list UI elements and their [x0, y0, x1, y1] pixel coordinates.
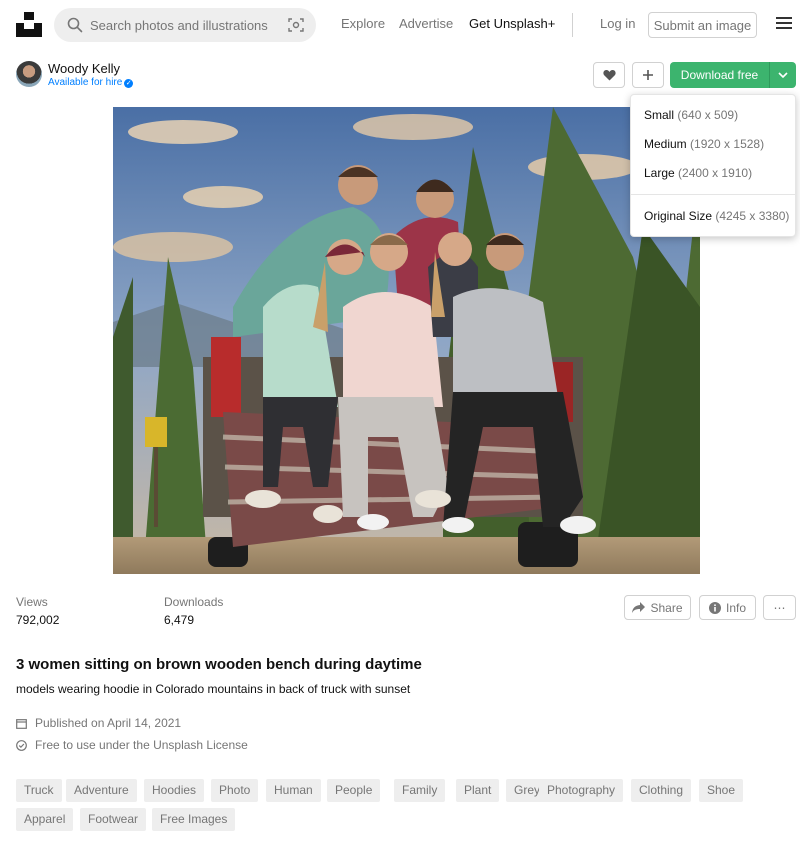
hire-label: Available for hire — [48, 77, 123, 88]
info-icon — [708, 601, 721, 614]
add-to-collection-button[interactable] — [632, 62, 664, 88]
available-for-hire[interactable]: Available for hire ✓ — [48, 77, 134, 88]
option-dims: (1920 x 1528) — [690, 137, 765, 151]
tag-footwear[interactable]: Footwear — [80, 808, 147, 831]
like-button[interactable] — [593, 62, 625, 88]
photo-title: 3 women sitting on brown wooden bench du… — [16, 656, 422, 673]
tag-truck[interactable]: Truck — [16, 779, 62, 802]
license-info: Free to use under the Unsplash License — [16, 738, 248, 752]
nav-advertise[interactable]: Advertise — [399, 16, 453, 31]
more-actions-button[interactable]: ⋯ — [763, 595, 796, 620]
license-link[interactable]: Free to use under the Unsplash License — [35, 738, 248, 752]
top-navigation: Explore Advertise Get Unsplash+ Log in S… — [0, 0, 800, 50]
download-size-menu: Small (640 x 509) Medium (1920 x 1528) L… — [630, 94, 796, 237]
tag-free-images[interactable]: Free Images — [152, 808, 236, 831]
tag-photography[interactable]: Photography — [539, 779, 624, 802]
download-option-large[interactable]: Large (2400 x 1910) — [644, 166, 752, 180]
more-icon: ⋯ — [773, 600, 786, 615]
share-button[interactable]: Share — [624, 595, 691, 620]
chevron-down-icon — [778, 71, 788, 78]
option-dims: (4245 x 3380) — [715, 209, 790, 223]
downloads-count: 6,479 — [164, 613, 195, 627]
photo-illustration — [113, 107, 700, 574]
visual-search-icon[interactable] — [288, 17, 304, 33]
tag-adventure[interactable]: Adventure — [66, 779, 137, 802]
tag-people[interactable]: People — [327, 779, 381, 802]
option-dims: (2400 x 1910) — [678, 166, 753, 180]
shield-check-icon — [16, 739, 27, 751]
tag-human[interactable]: Human — [266, 779, 321, 802]
download-option-medium[interactable]: Medium (1920 x 1528) — [644, 137, 764, 151]
photo-description: models wearing hoodie in Colorado mounta… — [16, 682, 411, 696]
tag-shoe[interactable]: Shoe — [699, 779, 744, 802]
option-name: Large — [644, 166, 675, 180]
download-button[interactable]: Download free — [670, 62, 769, 88]
search-bar[interactable] — [54, 8, 316, 42]
heart-icon — [602, 69, 616, 81]
tag-apparel[interactable]: Apparel — [16, 808, 74, 831]
tag-clothing[interactable]: Clothing — [631, 779, 692, 802]
option-name: Original Size — [644, 209, 713, 223]
views-label: Views — [16, 595, 48, 609]
unsplash-logo[interactable] — [16, 11, 42, 37]
verified-check-icon: ✓ — [124, 79, 134, 88]
download-option-original[interactable]: Original Size (4245 x 3380) — [644, 209, 789, 223]
share-label: Share — [650, 600, 683, 615]
tag-photo[interactable]: Photo — [211, 779, 259, 802]
menu-divider — [631, 194, 795, 195]
calendar-icon — [16, 718, 27, 729]
published-date: Published on April 14, 2021 — [16, 716, 181, 730]
main-photo[interactable] — [113, 107, 700, 574]
nav-divider — [572, 13, 573, 37]
nav-explore[interactable]: Explore — [341, 16, 385, 31]
search-icon — [67, 17, 83, 33]
option-name: Medium — [644, 137, 687, 151]
avatar[interactable] — [16, 61, 42, 87]
download-option-small[interactable]: Small (640 x 509) — [644, 108, 738, 122]
tag-hoodies[interactable]: Hoodies — [144, 779, 205, 802]
share-icon — [632, 602, 646, 613]
downloads-label: Downloads — [164, 595, 224, 609]
search-input[interactable] — [90, 8, 280, 42]
tag-family[interactable]: Family — [394, 779, 446, 802]
info-label: Info — [725, 600, 746, 615]
download-options-button[interactable] — [769, 62, 796, 88]
menu-icon[interactable] — [776, 17, 792, 31]
submit-image-button[interactable]: Submit an image — [648, 12, 757, 38]
plus-icon — [643, 70, 653, 80]
tag-plant[interactable]: Plant — [456, 779, 500, 802]
author-name[interactable]: Woody Kelly — [48, 61, 120, 76]
published-text: Published on April 14, 2021 — [35, 716, 182, 730]
option-name: Small — [644, 108, 675, 122]
info-button[interactable]: Info — [699, 595, 756, 620]
option-dims: (640 x 509) — [677, 108, 739, 122]
nav-login[interactable]: Log in — [600, 16, 635, 31]
views-count: 792,002 — [16, 613, 60, 627]
nav-get-unsplash-plus[interactable]: Get Unsplash+ — [469, 16, 555, 31]
